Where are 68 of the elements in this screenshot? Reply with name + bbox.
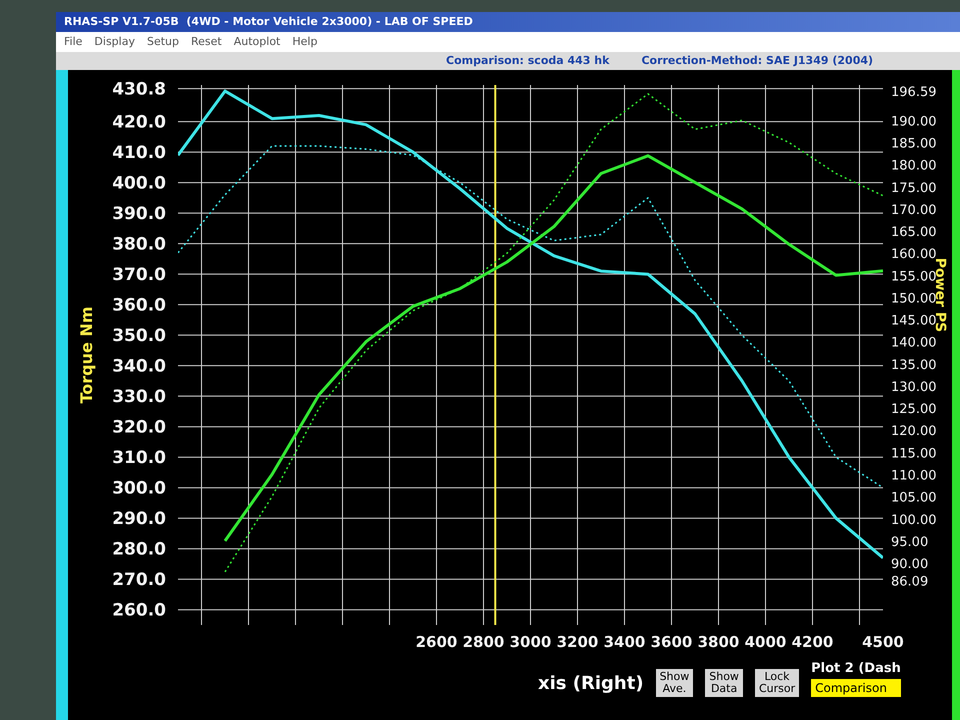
plot-label: Plot 2 (Dash <box>811 660 901 678</box>
y2-tick-label: 86.09 <box>891 574 928 590</box>
y-tick-label: 360.0 <box>112 296 166 316</box>
y2-tick-label: 196.59 <box>891 85 936 100</box>
y2-tick-label: 105.00 <box>891 490 936 506</box>
y2-tick-label: 115.00 <box>891 446 936 462</box>
y2-tick-label: 95.00 <box>891 534 928 550</box>
y-tick-label: 410.0 <box>112 143 166 164</box>
plot-select[interactable]: Comparison <box>811 678 901 696</box>
y2-tick-label: 185.00 <box>891 136 936 152</box>
y-tick-label: 430.8 <box>112 80 166 100</box>
y2-tick-label: 150.00 <box>891 291 936 306</box>
y-tick-label: 390.0 <box>112 204 166 224</box>
y2-tick-label: 100.00 <box>891 512 936 528</box>
menu-item[interactable]: Help <box>292 34 318 50</box>
y-tick-label: 400.0 <box>112 174 166 194</box>
y-tick-label: 420.0 <box>112 112 166 133</box>
toolbar-button[interactable]: Show Data <box>705 668 743 696</box>
menu-item[interactable]: Reset <box>191 34 222 50</box>
y2-tick-label: 120.00 <box>891 424 936 440</box>
y2-tick-label: 180.00 <box>891 158 936 174</box>
cursor-line[interactable] <box>494 85 496 625</box>
menu-item[interactable]: Display <box>94 34 135 50</box>
x-tick-label: 2800 <box>462 633 504 651</box>
x-tick-label: 3600 <box>650 633 692 651</box>
y2-tick-label: 110.00 <box>891 468 936 484</box>
y-tick-label: 340.0 <box>112 356 166 377</box>
x-tick-label: 4000 <box>744 633 786 651</box>
window-title: RHAS-SP V1.7-05B (4WD - Motor Vehicle 2x3000) - LAB OF SPEED <box>64 14 473 30</box>
y2-tick-label: 140.00 <box>891 336 936 351</box>
y-tick-label: 260.0 <box>112 600 166 621</box>
y2-tick-label: 160.00 <box>891 247 936 262</box>
y-tick-label: 270.0 <box>112 570 166 590</box>
y-tick-label: 290.0 <box>112 509 166 530</box>
menu-item[interactable]: Autoplot <box>234 34 280 50</box>
menu-item[interactable]: Setup <box>146 34 179 50</box>
correction-method-label: Correction-Method: SAE J1349 (2004) <box>641 52 874 69</box>
y2-tick-label: 90.00 <box>891 557 928 572</box>
y2-tick-label: 145.00 <box>891 314 936 329</box>
y-tick-label: 380.0 <box>112 234 166 255</box>
menu-item[interactable]: File <box>64 34 82 50</box>
y2-tick-label: 130.00 <box>891 380 936 395</box>
x-tick-label: 3400 <box>604 633 646 651</box>
axis-label: xis (Right) <box>538 672 644 696</box>
x-tick-label: 3000 <box>510 633 552 651</box>
x-tick-label: 3200 <box>556 633 598 651</box>
y2-tick-label: 135.00 <box>891 358 936 373</box>
y2-tick-label: 190.00 <box>891 114 936 130</box>
y2-tick-label: 125.00 <box>891 402 936 418</box>
y2-tick-label: 165.00 <box>891 225 936 240</box>
y-tick-label: 320.0 <box>112 418 166 438</box>
x-tick-label: 3800 <box>698 633 740 651</box>
x-tick-label: 4200 <box>792 633 834 651</box>
x-tick-label: 4500 <box>862 633 904 651</box>
comparison-label: Comparison: scoda 443 hk <box>446 52 610 69</box>
y-tick-label: 350.0 <box>112 326 166 346</box>
toolbar-button[interactable]: Show Ave. <box>656 668 694 696</box>
y-axis-title: Torque Nm <box>77 306 96 404</box>
y-tick-label: 280.0 <box>112 540 166 560</box>
toolbar-button[interactable]: Lock Cursor <box>754 668 800 696</box>
y-tick-label: 300.0 <box>112 478 166 499</box>
y-tick-label: 370.0 <box>112 265 166 286</box>
y2-tick-label: 170.00 <box>891 202 936 218</box>
y-tick-label: 310.0 <box>112 448 166 468</box>
y2-tick-label: 155.00 <box>891 269 936 284</box>
y2-tick-label: 175.00 <box>891 180 936 196</box>
x-tick-label: 2600 <box>416 633 458 651</box>
y-tick-label: 330.0 <box>112 387 166 408</box>
